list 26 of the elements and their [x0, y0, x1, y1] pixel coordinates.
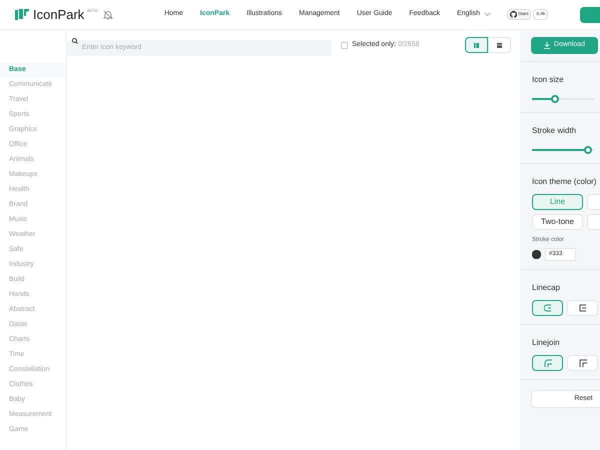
color-swatch[interactable] — [532, 250, 541, 259]
slider-thumb[interactable] — [584, 146, 592, 154]
logo-icon — [15, 9, 30, 20]
table-icon — [497, 42, 502, 48]
search-icon — [72, 38, 78, 44]
github-icon — [510, 11, 517, 18]
chevron-down-icon — [484, 13, 490, 16]
checkbox[interactable] — [341, 42, 348, 48]
view-toggle[interactable] — [465, 37, 488, 53]
option-button[interactable]: Line — [532, 194, 583, 210]
square-cap-icon — [578, 304, 586, 312]
round-cap-icon — [544, 304, 552, 312]
slider-thumb[interactable] — [550, 95, 559, 103]
download-icon — [544, 42, 550, 49]
linejoin-label: Linejoin — [532, 337, 561, 349]
bell-off-icon[interactable] — [103, 10, 114, 20]
logo-text: IconPark — [33, 6, 84, 24]
sharp-corner-icon — [578, 359, 586, 367]
header-button[interactable] — [580, 6, 600, 22]
theme-label: Icon theme (color) — [532, 176, 598, 188]
linecap-label: Linecap — [532, 282, 562, 294]
slider-label: Icon size — [532, 74, 565, 86]
rounded-corner-icon — [544, 359, 552, 367]
slider-label: Stroke width — [532, 125, 578, 137]
layout-icon — [474, 42, 479, 48]
option-button[interactable]: Two-tone — [532, 214, 583, 230]
